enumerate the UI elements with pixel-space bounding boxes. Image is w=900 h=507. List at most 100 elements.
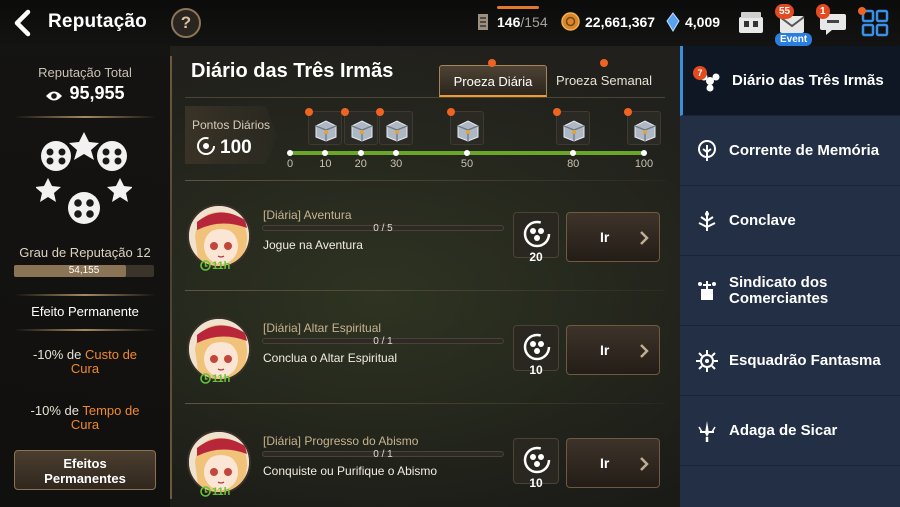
milestone-label: 80 — [567, 158, 580, 170]
help-button[interactable]: ? — [171, 8, 201, 38]
chat-badge: 1 — [816, 4, 830, 19]
gold-coin-icon — [561, 12, 580, 31]
reputation-nav: Diário das Três Irmãs 7 Corrente de Memóri… — [680, 46, 900, 507]
nav-item-label: Conclave — [729, 212, 796, 229]
clock-icon — [200, 486, 211, 497]
reputation-grade-bar: 54,155 — [14, 265, 154, 277]
nav-item-label: Adaga de Sicar — [729, 422, 838, 439]
tab-weekly[interactable]: Proeza Semanal — [550, 65, 658, 97]
stamina-counter[interactable]: 146/154 — [474, 12, 548, 32]
back-button[interactable] — [10, 9, 40, 37]
milestone-label: 10 — [319, 158, 332, 170]
effect-highlight: Custo de — [85, 347, 138, 362]
mission-timer: 11h — [200, 260, 230, 272]
crystal-amount: 4,009 — [685, 14, 721, 30]
milestone-tick — [287, 150, 293, 156]
shop-button[interactable] — [736, 8, 766, 38]
mission-time-text: 11h — [212, 373, 231, 385]
reward-chest[interactable] — [305, 108, 343, 145]
milestone-tick — [464, 150, 470, 156]
stamina-icon — [478, 14, 488, 30]
reward-chest[interactable] — [553, 108, 591, 145]
reputation-grade-progress: 54,155 — [68, 265, 100, 276]
points-label: Pontos Diários — [192, 118, 271, 132]
stamina-max: /154 — [520, 14, 548, 30]
mission-reward-amount: 10 — [529, 476, 543, 490]
reward-chest[interactable] — [340, 108, 378, 145]
merchant-icon — [698, 281, 716, 300]
divider — [14, 329, 156, 331]
mission-description: Jogue na Aventura — [263, 238, 363, 252]
panel-divider — [170, 56, 172, 499]
mission-timer: 11h — [200, 373, 230, 385]
treasure-chest-icon — [386, 120, 408, 142]
nav-item-label: Corrente de Memória — [729, 142, 880, 159]
dagger-icon — [698, 421, 716, 442]
nav-item[interactable]: Esquadrão Fantasma — [680, 326, 900, 396]
chest-notification-dot — [340, 108, 349, 116]
permanent-effect-title: Efeito Permanente — [31, 304, 139, 319]
avatar — [187, 317, 251, 381]
tab-daily-dot — [488, 59, 496, 67]
stamina-current: 146 — [497, 14, 521, 30]
avatar — [187, 430, 251, 494]
chest-notification-dot — [624, 108, 632, 116]
gold-counter[interactable]: 22,661,367 — [561, 12, 655, 31]
effect-prefix: -10% de — [32, 347, 85, 362]
section-title: Diário das Três Irmãs — [191, 60, 394, 82]
mission-time-text: 11h — [212, 486, 231, 498]
row-separator — [185, 403, 665, 404]
header-underline — [185, 97, 665, 98]
gold-amount: 22,661,367 — [585, 13, 656, 30]
chest-notification-dot — [447, 108, 455, 116]
total-reputation-value: 95,955 — [0, 83, 170, 104]
mission-reward-amount: 10 — [529, 363, 543, 377]
tab-daily[interactable]: Proeza Diária — [439, 65, 547, 97]
reward-chest[interactable] — [447, 108, 484, 145]
effect-prefix: -10% de — [30, 403, 83, 418]
go-button[interactable]: Ir — [566, 325, 660, 375]
go-button[interactable]: Ir — [566, 212, 660, 262]
nav-item[interactable]: Adaga de Sicar — [680, 396, 900, 466]
stamina-bar — [497, 6, 539, 9]
milestone-label: 0 — [286, 158, 294, 170]
tab-weekly-dot — [600, 59, 608, 67]
treasure-chest-icon — [315, 120, 337, 142]
reward-chest[interactable] — [624, 108, 661, 145]
effect-highlight: Cura — [70, 361, 100, 376]
go-button[interactable]: Ir — [566, 438, 660, 488]
mission-time-text: 11h — [212, 260, 231, 272]
reputation-emblem-icon — [36, 132, 132, 224]
row-separator — [185, 180, 665, 181]
clock-icon — [200, 373, 211, 384]
total-reputation-number: 95,955 — [69, 83, 125, 103]
milestone-label: 50 — [460, 158, 474, 170]
go-button-label: Ir — [600, 455, 610, 471]
effect-highlight: Tempo de — [82, 403, 140, 418]
effect-healing-time: -10% de Tempo de Cura — [0, 404, 170, 432]
event-tag: Event — [775, 33, 813, 46]
reward-chest[interactable] — [376, 108, 414, 145]
milestone-tick — [641, 150, 647, 156]
permanent-effects-button[interactable]: Efeitos Permanentes — [14, 450, 156, 490]
points-number: 100 — [220, 137, 252, 158]
nav-item-label: Sindicato dos Comerciantes — [729, 274, 829, 307]
crystal-icon — [666, 12, 680, 32]
nav-item[interactable]: Sindicato dos Comerciantes — [680, 256, 900, 326]
shop-icon — [739, 12, 763, 33]
mail-badge: 55 — [775, 4, 795, 19]
top-bar: Reputação ? 146/154 22,661,367 4,009 55 … — [0, 0, 900, 46]
nav-item-badge: 7 — [693, 66, 707, 80]
effect-highlight: Cura — [70, 417, 100, 432]
nav-item[interactable]: Diário das Três Irmãs 7 — [680, 46, 900, 116]
nav-item[interactable]: Corrente de Memória — [680, 116, 900, 186]
reputation-grade-label: Grau de Reputação 12 — [19, 245, 151, 260]
effect-healing-cost: -10% de Custo de Cura — [0, 348, 170, 376]
mission-progress-text: 0 / 1 — [373, 336, 393, 347]
go-button-label: Ir — [600, 342, 610, 358]
nav-item[interactable]: Conclave — [680, 186, 900, 256]
crystal-counter[interactable]: 4,009 — [666, 12, 720, 32]
phantom-sun-icon — [696, 350, 718, 372]
chevron-right-icon — [640, 457, 649, 471]
chevron-right-icon — [640, 231, 649, 245]
